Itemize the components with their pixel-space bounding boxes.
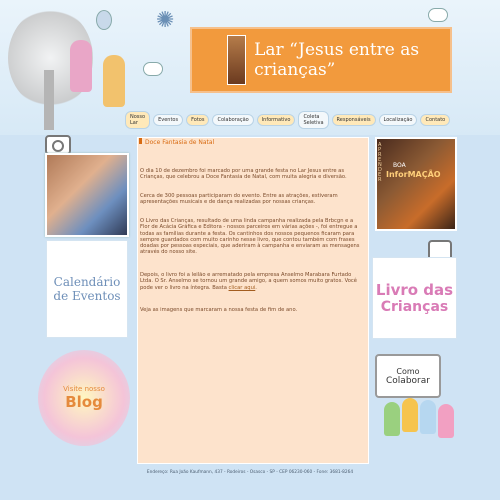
children-illustration [384,396,454,440]
livro-link[interactable]: Livro das Crianças [372,257,457,339]
nav-item-localizacao[interactable]: Localização [378,114,418,126]
article-paragraph: Cerca de 300 pessoas participaram do eve… [140,193,338,206]
calendar-label: Calendário de Eventos [53,275,121,303]
article-paragraph: O Livro das Crianças, resultado de uma l… [140,218,360,256]
photo-vertical-text: APRENDER [378,142,382,183]
cloud-icon [428,8,448,22]
site-title-banner: Lar “Jesus entre as crianças” [190,27,452,93]
article-link[interactable]: clicar aqui [229,285,256,291]
flower-icon: ✺ [156,8,175,33]
photo-text-large: InforMAÇÃO [386,170,441,179]
balloon-icon [96,10,112,30]
nav-item-contato[interactable]: Contato [420,114,451,126]
child-illustration [420,400,436,434]
tree-trunk [44,70,54,130]
nav-item-nosso-lar[interactable]: Nosso Lar [125,111,151,129]
photo-text-small: BOA [393,162,406,169]
blog-label-small: Visite nosso [63,385,105,393]
livro-label-1: Livro das [375,281,454,299]
nav-item-coleta-seletiva[interactable]: Coleta Seletiva [298,111,329,129]
site-title: Lar “Jesus entre as crianças” [254,40,420,80]
child-illustration [402,398,418,432]
informativo-photo[interactable] [375,137,457,231]
child-illustration [70,40,92,92]
article-paragraph: O dia 10 de dezembro foi marcado por uma… [140,168,347,181]
nav-item-colaboracao[interactable]: Colaboração [212,114,254,126]
camera-icon [45,135,71,155]
blog-label-large: Blog [65,393,103,411]
article-title: Doce Fantasia de Natal [139,138,214,146]
calendar-link[interactable]: Calendário de Eventos [46,240,128,338]
jesus-image [227,35,247,85]
footer-address: Endereço: Rua João Kaufmann, 437 - Rodei… [146,470,354,475]
nav-item-fotos[interactable]: Fotos [186,114,210,126]
article-paragraph: Depois, o livro foi a leilão e arrematad… [140,272,357,291]
colaborar-sign[interactable]: Como Colaborar [375,354,441,398]
colab-label-2: Colaborar [386,375,430,386]
blog-link[interactable]: Visite nosso Blog [38,350,130,446]
child-illustration [438,404,454,438]
livro-label-2: Crianças [380,299,449,315]
nav-item-responsaveis[interactable]: Responsáveis [331,114,376,126]
child-illustration [384,402,400,436]
article-panel [137,137,369,464]
article-paragraph: Veja as imagens que marcaram a nossa fes… [140,307,298,313]
cloud-icon [143,62,163,76]
colab-label-1: Como [396,366,420,376]
nav-item-informativo[interactable]: Informativo [256,114,296,126]
nav-item-eventos[interactable]: Eventos [153,114,184,126]
main-nav: Nosso Lar Eventos Fotos Colaboração Info… [125,111,451,129]
child-illustration [103,55,125,107]
event-photo[interactable] [45,153,129,237]
